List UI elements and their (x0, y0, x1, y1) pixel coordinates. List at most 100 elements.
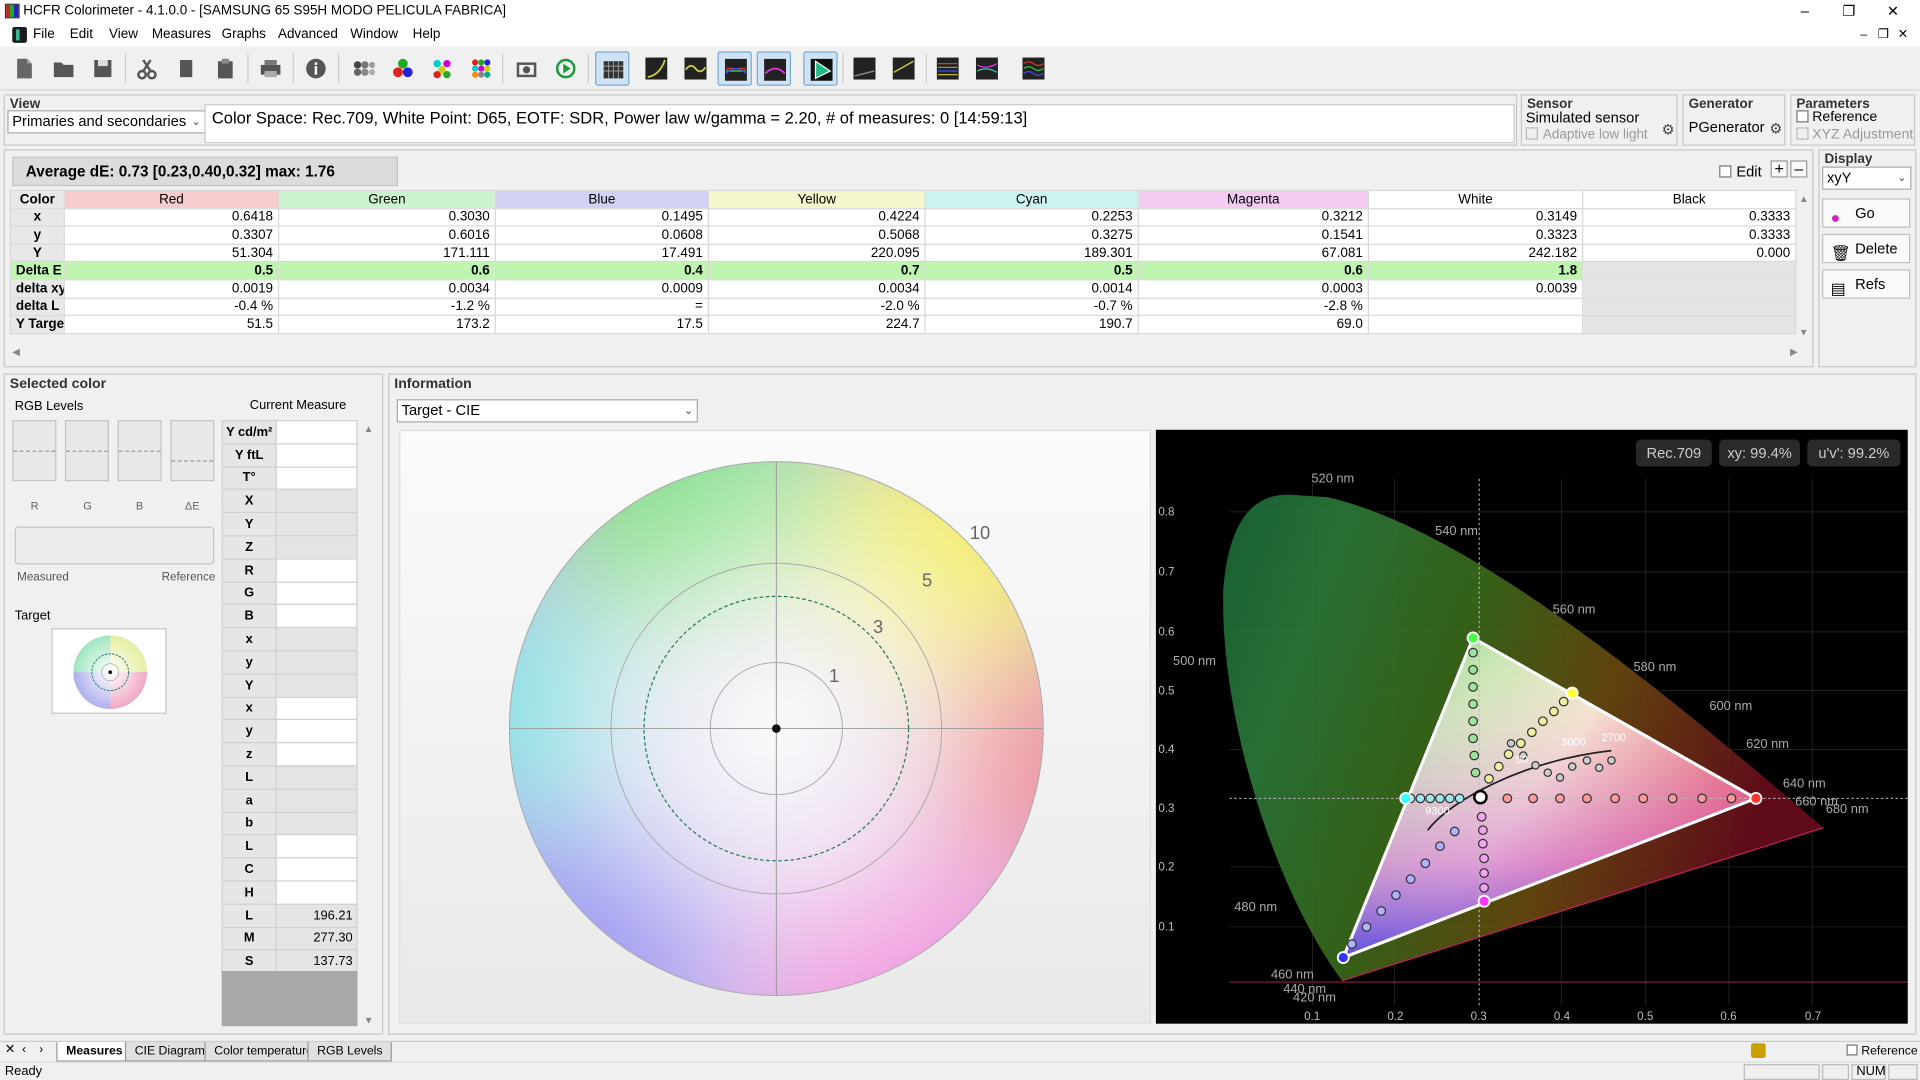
refs-button[interactable]: ▤ Refs (1822, 269, 1911, 299)
table-cell[interactable]: 51.304 (63, 243, 280, 263)
table-cell[interactable]: 0.0014 (924, 279, 1139, 299)
table-cell[interactable]: 67.081 (1137, 243, 1369, 263)
print-button[interactable] (253, 51, 287, 85)
capture-button[interactable] (509, 51, 543, 85)
table-cell[interactable]: 69.0 (1137, 314, 1369, 334)
column-header-magenta[interactable]: Magenta (1137, 189, 1369, 209)
column-header-yellow[interactable]: Yellow (707, 189, 926, 209)
tab-rgb-levels[interactable]: RGB Levels (307, 1042, 393, 1062)
table-cell[interactable] (1582, 279, 1797, 299)
menu-window[interactable]: Window (344, 23, 404, 46)
delete-button[interactable]: 🗑 Delete (1822, 233, 1911, 264)
table-cell[interactable] (1582, 297, 1797, 317)
table-cell[interactable]: 0.0034 (707, 279, 926, 299)
reference-checkbox[interactable]: Reference (1796, 110, 1877, 125)
new-document-button[interactable] (7, 51, 41, 85)
paste-button[interactable] (208, 51, 242, 85)
menu-view[interactable]: View (103, 23, 144, 46)
secondaries-button[interactable] (425, 51, 459, 85)
table-cell[interactable]: 51.5 (63, 314, 280, 334)
table-cell[interactable] (1582, 314, 1797, 334)
near-white-button[interactable] (887, 51, 921, 85)
tab-measures[interactable]: Measures (56, 1042, 133, 1062)
table-cell[interactable]: 0.1541 (1137, 225, 1369, 245)
table-cell[interactable]: = (494, 297, 709, 317)
close-button[interactable]: ✕ (1871, 0, 1915, 23)
table-cell[interactable]: -0.7 % (924, 297, 1139, 317)
table-cell[interactable]: 0.3149 (1367, 207, 1584, 227)
column-header-blue[interactable]: Blue (494, 189, 709, 209)
cut-button[interactable] (130, 51, 164, 85)
tab-next-icon[interactable]: › (39, 1043, 43, 1056)
primaries-button[interactable] (386, 51, 420, 85)
table-cell[interactable]: -2.0 % (707, 297, 926, 317)
table-cell[interactable]: 0.4224 (707, 207, 926, 227)
table-cell[interactable]: 220.095 (707, 243, 926, 263)
tab-cie-diagram[interactable]: CIE Diagram (124, 1042, 215, 1062)
mdi-close-button[interactable]: ✕ (1893, 23, 1913, 46)
table-cell[interactable]: 171.111 (277, 243, 496, 263)
gamma-graph-button[interactable] (639, 51, 673, 85)
table-cell[interactable]: 0.6 (277, 261, 496, 281)
table-cell[interactable]: 0.5 (924, 261, 1139, 281)
go-button[interactable]: ● Go (1822, 198, 1911, 228)
column-header-cyan[interactable]: Cyan (924, 189, 1139, 209)
table-cell[interactable]: 0.5 (63, 261, 280, 281)
sensor-settings-gear-icon[interactable]: ⚙ (1662, 121, 1675, 138)
tab-close-icon[interactable]: ✕ (5, 1043, 15, 1056)
column-header-red[interactable]: Red (63, 189, 280, 209)
remove-column-button[interactable]: – (1790, 160, 1808, 178)
table-horizontal-scrollbar[interactable]: ◀ ▶ (10, 347, 1800, 359)
table-cell[interactable]: 0.0019 (63, 279, 280, 299)
table-cell[interactable]: 189.301 (924, 243, 1139, 263)
info-button[interactable] (299, 51, 333, 85)
table-cell[interactable]: 0.6418 (63, 207, 280, 227)
generator-settings-gear-icon[interactable]: ⚙ (1769, 120, 1782, 137)
table-vertical-scrollbar[interactable]: ▲ ▼ (1798, 193, 1810, 342)
tab-prev-icon[interactable]: ‹ (22, 1043, 26, 1056)
copy-button[interactable] (169, 51, 203, 85)
table-cell[interactable]: -1.2 % (277, 297, 496, 317)
menu-measures[interactable]: Measures (146, 23, 217, 46)
table-cell[interactable] (1367, 297, 1584, 317)
document-icon[interactable] (12, 26, 27, 43)
table-cell[interactable]: 0.3275 (924, 225, 1139, 245)
table-cell[interactable]: 0.0009 (494, 279, 709, 299)
table-cell[interactable]: 0.4 (494, 261, 709, 281)
table-cell[interactable]: 173.2 (277, 314, 496, 334)
minimize-button[interactable]: – (1783, 0, 1827, 23)
saturation-button[interactable] (464, 51, 498, 85)
xyz-adjustment-checkbox[interactable]: XYZ Adjustment (1796, 127, 1913, 142)
view-select[interactable]: Primaries and secondaries ⌄ (7, 110, 206, 134)
table-cell[interactable]: 17.5 (494, 314, 709, 334)
table-cell[interactable]: 0.1495 (494, 207, 709, 227)
near-black-button[interactable] (847, 51, 881, 85)
delta-e-graph-button[interactable] (756, 51, 792, 86)
saturation-lum-button[interactable] (931, 51, 965, 85)
table-cell[interactable]: 242.182 (1367, 243, 1584, 263)
table-cell[interactable]: -0.4 % (63, 297, 280, 317)
table-cell[interactable]: 0.6016 (277, 225, 496, 245)
menu-edit[interactable]: Edit (64, 23, 99, 46)
rgb-graph-button[interactable] (717, 51, 752, 86)
column-header-white[interactable]: White (1367, 189, 1584, 209)
column-header-black[interactable]: Black (1582, 189, 1797, 209)
table-cell[interactable]: 190.7 (924, 314, 1139, 334)
table-cell[interactable]: 0.000 (1582, 243, 1797, 263)
status-reference-checkbox[interactable]: Reference (1846, 1044, 1918, 1058)
table-cell[interactable]: 0.0608 (494, 225, 709, 245)
table-cell[interactable]: 0.3212 (1137, 207, 1369, 227)
menu-graphs[interactable]: Graphs (216, 23, 272, 46)
menu-file[interactable]: File (27, 23, 61, 46)
menu-help[interactable]: Help (407, 23, 447, 46)
table-cell[interactable] (1582, 261, 1797, 281)
table-cell[interactable]: 0.3333 (1582, 207, 1797, 227)
data-grid-button[interactable] (595, 51, 630, 86)
mdi-restore-button[interactable]: ❐ (1873, 23, 1893, 46)
table-cell[interactable]: 0.0003 (1137, 279, 1369, 299)
cie-graph-button[interactable] (803, 51, 838, 86)
save-button[interactable] (86, 51, 120, 85)
table-cell[interactable]: 0.5068 (707, 225, 926, 245)
table-cell[interactable]: 0.3030 (277, 207, 496, 227)
table-cell[interactable]: -2.8 % (1137, 297, 1369, 317)
